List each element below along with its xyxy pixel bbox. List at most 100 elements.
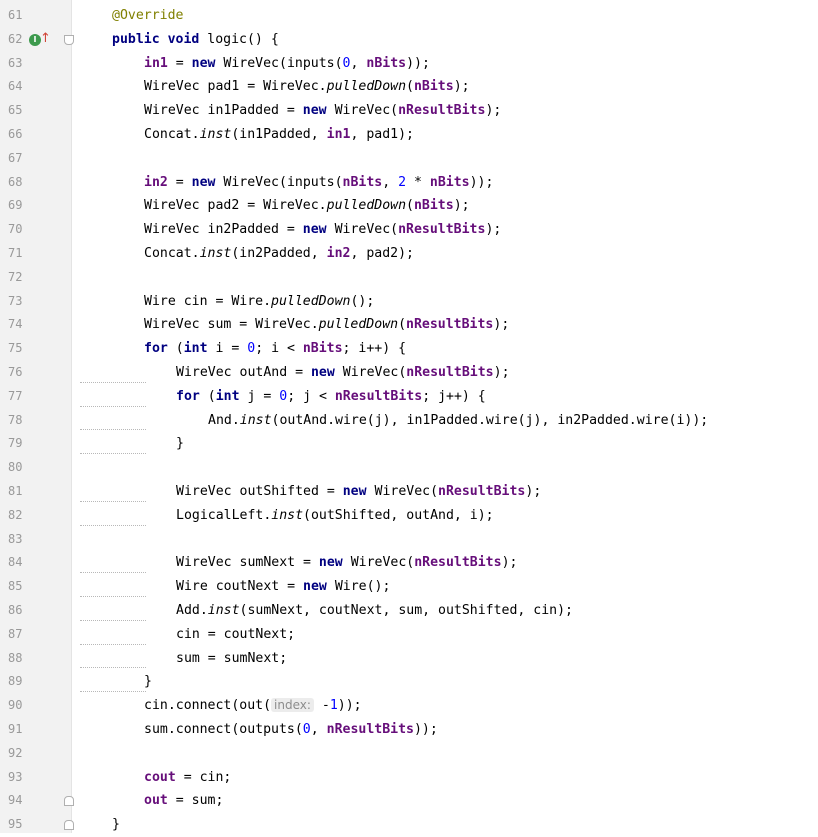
code-token: } (144, 674, 152, 690)
code-token: in1 (326, 127, 351, 142)
code-text: in1 = new WireVec(inputs(0, nBits)); (144, 52, 430, 76)
code-line[interactable]: for (int j = 0; j < nResultBits; j++) { (72, 385, 818, 409)
parameter-hint: index: (271, 698, 314, 713)
code-line[interactable]: WireVec pad1 = WireVec.pulledDown(nBits)… (72, 75, 818, 99)
code-token: , (350, 55, 367, 71)
code-line[interactable] (72, 147, 818, 171)
code-line[interactable]: sum.connect(outputs(0, nResultBits)); (72, 718, 818, 742)
fold-collapse-icon[interactable] (64, 34, 74, 45)
code-line[interactable]: @Override (72, 4, 818, 28)
code-token: (outAnd.wire(j), in1Padded.wire(j), in2P… (271, 412, 709, 428)
code-text: } (176, 432, 184, 456)
code-token: = (167, 55, 192, 71)
code-line[interactable]: sum = sumNext; (72, 647, 818, 671)
code-text: And.inst(outAnd.wire(j), in1Padded.wire(… (208, 409, 708, 433)
up-arrow-icon[interactable]: ↑ (40, 31, 51, 46)
line-number: 94 (8, 793, 23, 808)
code-token: = sum; (167, 793, 224, 809)
code-line[interactable]: } (72, 670, 818, 694)
code-token: nBits (302, 341, 343, 357)
code-token: inst (199, 127, 232, 142)
code-line[interactable]: Wire coutNext = new Wire(); (72, 575, 818, 599)
code-token: ( (167, 341, 184, 357)
indent-warning-underline (80, 523, 146, 526)
code-line[interactable]: Concat.inst(in1Padded, in1, pad1); (72, 123, 818, 147)
code-line[interactable]: WireVec in1Padded = new WireVec(nResultB… (72, 99, 818, 123)
code-token: 1 (329, 698, 338, 714)
line-number: 86 (8, 603, 23, 617)
code-line[interactable] (72, 742, 818, 766)
code-token: sum = sumNext; (176, 650, 288, 666)
code-line[interactable]: cin.connect(out(index: -1)); (72, 694, 818, 718)
code-token: nResultBits (406, 365, 494, 380)
code-token: cout (144, 769, 176, 785)
line-number: 75 (8, 341, 23, 356)
code-line[interactable]: } (72, 432, 818, 456)
code-line[interactable]: in1 = new WireVec(inputs(0, nBits)); (72, 52, 818, 76)
code-token: WireVec(inputs( (215, 55, 343, 71)
code-line[interactable] (72, 266, 818, 290)
code-token: Add. (176, 603, 208, 618)
code-token: inst (271, 507, 304, 523)
fold-end-icon[interactable] (64, 796, 74, 807)
code-token: WireVec( (326, 103, 399, 119)
code-token: Wire coutNext = (176, 579, 304, 595)
code-text: cout = cin; (144, 766, 231, 790)
code-line[interactable]: public void logic() { (72, 28, 818, 52)
code-token: , (310, 722, 327, 737)
code-token: WireVec in1Padded = (144, 103, 303, 119)
code-line[interactable]: in2 = new WireVec(inputs(nBits, 2 * nBit… (72, 171, 818, 195)
code-token: nBits (413, 198, 454, 214)
code-token: 0 (302, 722, 311, 737)
code-line[interactable]: } (72, 813, 818, 837)
code-line[interactable]: WireVec outShifted = new WireVec(nResult… (72, 480, 818, 504)
code-token: WireVec outAnd = (176, 365, 311, 380)
code-line[interactable]: WireVec sum = WireVec.pulledDown(nResult… (72, 313, 818, 337)
code-token: Concat. (144, 127, 200, 142)
line-number-gutter[interactable]: 61 62 63 64 65 66 67 68 69 70 71 72 73 74 75 76 77 78 79 80… (0, 0, 72, 833)
code-token: )); (337, 698, 362, 714)
code-token: )); (413, 722, 438, 737)
code-line[interactable] (72, 528, 818, 552)
code-text: WireVec outAnd = new WireVec(nResultBits… (176, 361, 510, 385)
code-text: public void logic() { (112, 28, 279, 52)
code-line[interactable]: for (int i = 0; i < nBits; i++) { (72, 337, 818, 361)
code-token: ); (453, 79, 470, 95)
line-number: 81 (8, 484, 23, 498)
line-number: 87 (8, 626, 23, 641)
code-text: Wire cin = Wire.pulledDown(); (144, 290, 374, 314)
code-token: nResultBits (398, 103, 486, 119)
code-token: new (310, 365, 335, 380)
code-line[interactable]: And.inst(outAnd.wire(j), in1Padded.wire(… (72, 409, 818, 433)
code-line[interactable]: Add.inst(sumNext, coutNext, sum, outShif… (72, 599, 818, 623)
code-line[interactable]: Wire cin = Wire.pulledDown(); (72, 290, 818, 314)
indent-warning-underline (80, 451, 146, 455)
code-line[interactable]: WireVec in2Padded = new WireVec(nResultB… (72, 218, 818, 242)
code-token: inst (199, 246, 232, 261)
code-line[interactable]: cout = cin; (72, 766, 818, 790)
code-token: )); (406, 55, 430, 71)
code-line[interactable] (72, 456, 818, 480)
code-token: , pad2); (350, 246, 414, 261)
code-text: for (int i = 0; i < nBits; i++) { (144, 337, 406, 361)
code-line[interactable]: cin = coutNext; (72, 623, 818, 647)
line-number: 80 (8, 460, 23, 475)
code-token: int (183, 341, 208, 357)
code-line[interactable]: WireVec sumNext = new WireVec(nResultBit… (72, 551, 818, 575)
code-token: nResultBits (334, 388, 423, 404)
fold-end-icon[interactable] (64, 820, 74, 831)
code-token: (); (350, 293, 375, 309)
code-line[interactable]: LogicalLeft.inst(outShifted, outAnd, i); (72, 504, 818, 528)
code-token: new (191, 174, 216, 190)
indent-warning-underline (80, 427, 146, 431)
code-token: new (303, 579, 327, 595)
indent-warning-underline (80, 380, 146, 383)
code-token: int (215, 388, 240, 404)
code-editor[interactable]: @Override public void logic() {in1 = new … (72, 0, 818, 833)
line-number: 79 (8, 436, 23, 451)
code-line[interactable]: WireVec outAnd = new WireVec(nResultBits… (72, 361, 818, 385)
code-line[interactable]: out = sum; (72, 789, 818, 813)
code-line[interactable]: WireVec pad2 = WireVec.pulledDown(nBits)… (72, 194, 818, 218)
code-token: = cin; (175, 769, 232, 785)
code-line[interactable]: Concat.inst(in2Padded, in2, pad2); (72, 242, 818, 266)
